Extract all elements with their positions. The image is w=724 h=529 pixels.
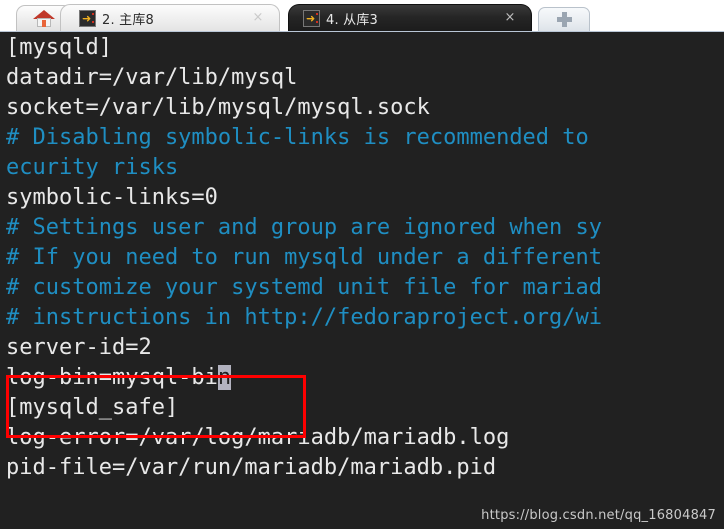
tab-label: 2. 主库8 [102,12,155,28]
terminal-area[interactable]: [mysqld] datadir=/var/lib/mysql socket=/va… [0,31,724,529]
terminal-line: [mysqld] [6,35,112,60]
terminal-line: [mysqld_safe] [6,395,179,420]
terminal-line: symbolic-links=0 [6,185,218,210]
plus-icon [556,12,572,27]
terminal-line: log-error=/var/log/mariadb/mariadb.log [6,425,510,450]
terminal-top-border [0,31,724,32]
terminal-line: socket=/var/lib/mysql/mysql.sock [6,95,430,120]
close-icon[interactable]: × [503,11,517,25]
tab-main-db[interactable]: ➜ 2. 主库8 × [60,4,280,31]
terminal-line: log-bin=mysql-bin [6,365,232,390]
tab-bar: ➜ 2. 主库8 × ➜ 4. 从库3 × [0,0,724,31]
close-icon[interactable]: × [251,11,265,25]
watermark: https://blog.csdn.net/qq_16804847 [481,508,716,523]
text-cursor: n [217,365,232,390]
terminal-line: pid-file=/var/run/mariadb/mariadb.pid [6,455,497,480]
key-icon: ➜ [303,9,320,27]
key-icon: ➜ [79,9,96,27]
terminal-line: datadir=/var/lib/mysql [6,65,298,90]
new-tab-button[interactable] [538,7,590,31]
terminal-line: # Settings user and group are ignored wh… [6,215,603,240]
terminal-line: # If you need to run mysqld under a diff… [6,245,603,270]
tab-slave-db[interactable]: ➜ 4. 从库3 × [288,4,532,31]
terminal-line: # Disabling symbolic-links is recommende… [6,125,589,150]
terminal-line: ecurity risks [6,155,179,180]
home-icon [33,9,55,28]
terminal-line: # customize your systemd unit file for m… [6,275,603,300]
tab-label: 4. 从库3 [326,12,379,28]
terminal-line: # instructions in http://fedoraproject.o… [6,305,603,330]
terminal-text-lines: [mysqld] datadir=/var/lib/mysql socket=/va… [0,33,724,483]
terminal-line: server-id=2 [6,335,152,360]
